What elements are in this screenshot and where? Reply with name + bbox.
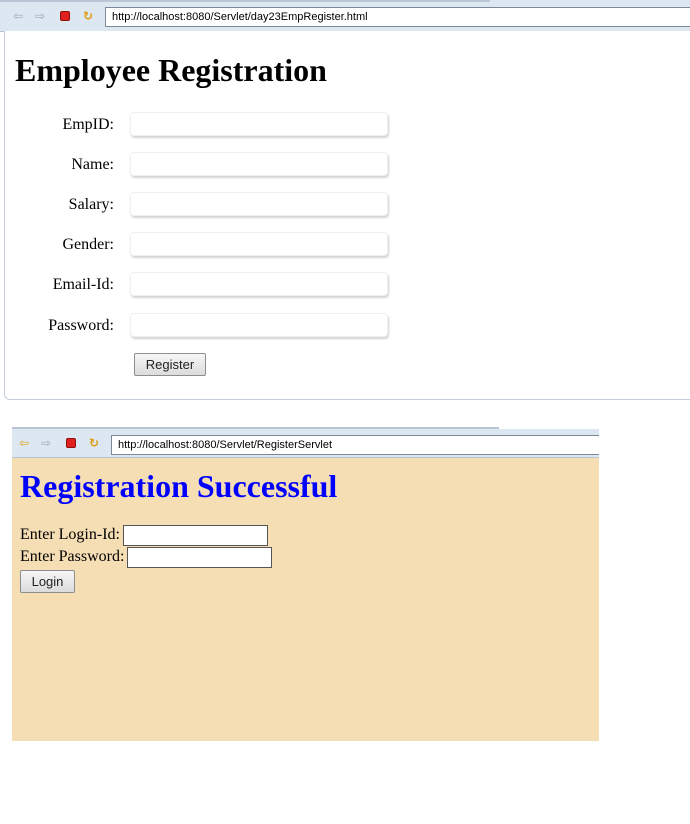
form-row-name: Name: [0,152,400,178]
form-row-email: Email-Id: [0,272,400,298]
name-label: Name: [71,156,114,173]
browser-toolbar: ⇦ ⇨ ↻ http://localhost:8080/Servlet/Regi… [12,429,599,458]
empid-input[interactable] [130,112,388,136]
register-button[interactable]: Register [134,353,206,376]
toolbar-top-border [0,0,490,2]
password-input[interactable] [127,547,273,568]
password-label: Password: [48,317,114,334]
form-row-gender: Gender: [0,232,400,258]
forward-arrow-icon[interactable]: ⇨ [39,436,53,450]
address-bar[interactable]: http://localhost:8080/Servlet/day23EmpRe… [105,7,690,27]
login-button[interactable]: Login [20,570,75,593]
page-title: Registration Successful [20,468,338,504]
email-input[interactable] [130,272,388,296]
name-input[interactable] [130,152,388,176]
email-label: Email-Id: [52,276,114,293]
form-row-salary: Salary: [0,192,400,218]
password-label: Enter Password: [20,548,125,566]
login-id-row: Enter Login-Id: [20,525,268,546]
empid-label: EmpID: [62,116,114,133]
login-id-input[interactable] [122,525,268,546]
gender-input[interactable] [130,232,388,256]
back-arrow-icon[interactable]: ⇦ [11,9,25,23]
password-row: Enter Password: [20,547,273,568]
page-content: Registration Successful Enter Login-Id: … [12,458,599,741]
form-row-password: Password: [0,313,400,339]
form-row-empid: EmpID: [0,112,400,138]
stop-icon[interactable] [60,11,70,21]
forward-arrow-icon[interactable]: ⇨ [33,9,47,23]
back-arrow-icon[interactable]: ⇦ [17,436,31,450]
salary-input[interactable] [130,192,388,216]
refresh-icon[interactable]: ↻ [87,436,101,450]
gender-label: Gender: [62,236,114,253]
browser-window-register: ⇦ ⇨ ↻ http://localhost:8080/Servlet/day2… [0,0,690,400]
salary-label: Salary: [68,196,114,213]
stop-icon[interactable] [66,438,76,448]
refresh-icon[interactable]: ↻ [81,9,95,23]
page-title: Employee Registration [15,52,327,88]
password-input[interactable] [130,313,388,337]
address-bar[interactable]: http://localhost:8080/Servlet/RegisterSe… [111,435,599,455]
browser-window-register-servlet: ⇦ ⇨ ↻ http://localhost:8080/Servlet/Regi… [12,427,599,741]
login-id-label: Enter Login-Id: [20,526,120,544]
browser-toolbar: ⇦ ⇨ ↻ http://localhost:8080/Servlet/day2… [0,0,690,32]
